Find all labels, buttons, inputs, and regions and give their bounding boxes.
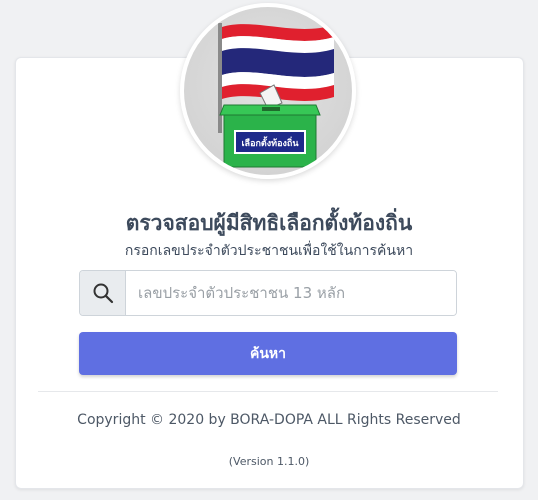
id-search-group	[79, 270, 457, 316]
page-subtitle: กรอกเลขประจำตัวประชาชนเพื่อใช้ในการค้นหา	[124, 243, 414, 259]
version-text: (Version 1.1.0)	[228, 455, 310, 468]
citizen-id-input[interactable]	[126, 271, 456, 315]
search-button[interactable]: ค้นหา	[79, 332, 457, 375]
divider	[38, 391, 498, 392]
search-icon	[80, 271, 126, 315]
page-title: ตรวจสอบผู้มีสิทธิเลือกตั้งท้องถิ่น	[125, 211, 413, 235]
flag-ballot-box-icon: เลือกตั้งท้องถิ่น	[218, 23, 334, 168]
copyright-text: Copyright © 2020 by BORA-DOPA ALL Rights…	[77, 412, 461, 428]
election-logo: เลือกตั้งท้องถิ่น	[180, 3, 356, 179]
